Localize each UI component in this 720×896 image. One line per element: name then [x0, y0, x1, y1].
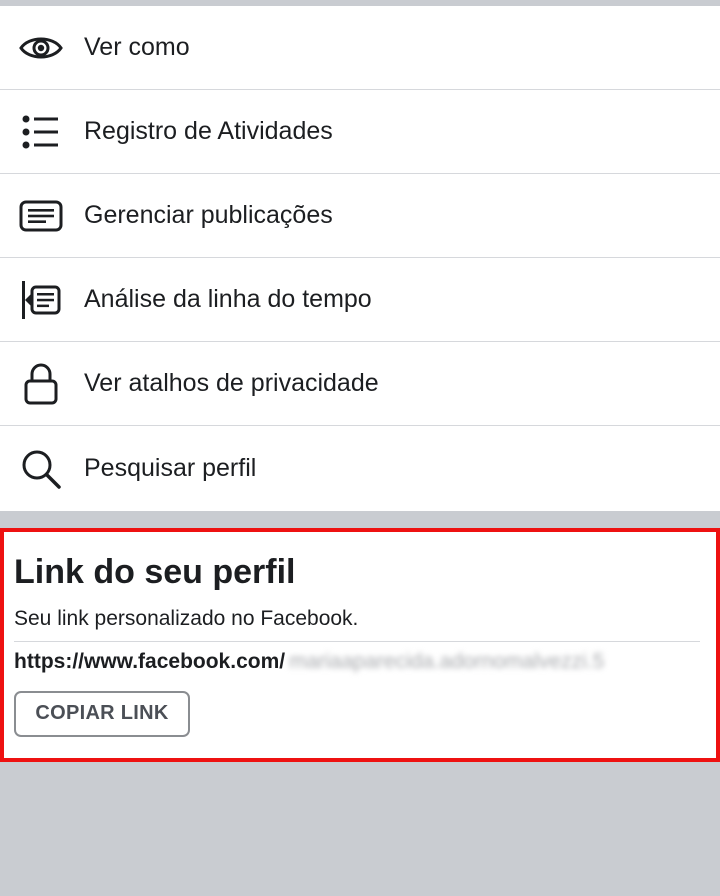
- menu-item-manage-posts[interactable]: Gerenciar publicações: [0, 174, 720, 258]
- divider: [14, 640, 700, 642]
- profile-link-title: Link do seu perfil: [14, 553, 296, 591]
- menu-item-timeline-review[interactable]: Análise da linha do tempo: [0, 258, 720, 342]
- menu-item-label: Ver como: [84, 33, 190, 61]
- profile-url[interactable]: https://www.facebook.com/ mariaaparecida…: [14, 650, 706, 674]
- menu-item-label: Pesquisar perfil: [84, 454, 257, 482]
- profile-link-subtitle: Seu link personalizado no Facebook.: [14, 606, 359, 630]
- menu-item-label: Registro de Atividades: [84, 117, 333, 145]
- posts-icon: [19, 194, 63, 238]
- menu-item-activity-log[interactable]: Registro de Atividades: [0, 90, 720, 174]
- menu-item-label: Análise da linha do tempo: [84, 285, 372, 313]
- menu-item-label: Gerenciar publicações: [84, 201, 333, 229]
- timeline-review-icon: [19, 278, 63, 322]
- search-icon: [19, 447, 63, 491]
- profile-url-prefix: https://www.facebook.com/: [14, 649, 286, 673]
- profile-url-username: mariaaparecida.adornomalvezzi.5: [289, 649, 605, 673]
- profile-options-menu: Ver como Registro de Atividades Gerencia: [0, 6, 720, 511]
- list-icon: [19, 110, 63, 154]
- profile-link-card: Link do seu perfil Seu link personalizad…: [0, 528, 720, 762]
- menu-item-privacy-shortcuts[interactable]: Ver atalhos de privacidade: [0, 342, 720, 426]
- menu-item-view-as[interactable]: Ver como: [0, 6, 720, 90]
- copy-link-button[interactable]: COPIAR LINK: [14, 690, 190, 737]
- eye-icon: [19, 26, 63, 70]
- menu-item-search-profile[interactable]: Pesquisar perfil: [0, 426, 720, 511]
- lock-icon: [19, 362, 63, 406]
- menu-item-label: Ver atalhos de privacidade: [84, 369, 379, 397]
